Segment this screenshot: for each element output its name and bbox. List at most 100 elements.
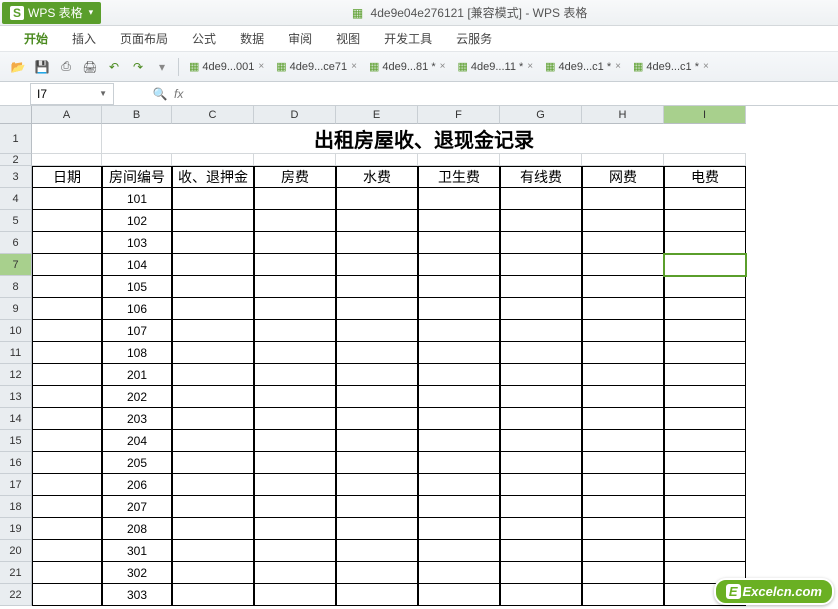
cell-A6[interactable] xyxy=(32,232,102,254)
cell-H16[interactable] xyxy=(582,452,664,474)
cell-H6[interactable] xyxy=(582,232,664,254)
cell-B22[interactable]: 303 xyxy=(102,584,172,606)
cell-G22[interactable] xyxy=(500,584,582,606)
row-header-15[interactable]: 15 xyxy=(0,430,32,452)
row-header-1[interactable]: 1 xyxy=(0,124,32,154)
cell-E21[interactable] xyxy=(336,562,418,584)
cell-B2[interactable] xyxy=(102,154,172,166)
cell-A15[interactable] xyxy=(32,430,102,452)
row-header-4[interactable]: 4 xyxy=(0,188,32,210)
cell-C11[interactable] xyxy=(172,342,254,364)
cell-A18[interactable] xyxy=(32,496,102,518)
cell-I7[interactable] xyxy=(664,254,746,276)
cell-F8[interactable] xyxy=(418,276,500,298)
header-cell-B[interactable]: 房间编号 xyxy=(102,166,172,188)
row-header-16[interactable]: 16 xyxy=(0,452,32,474)
cell-D17[interactable] xyxy=(254,474,336,496)
cell-B4[interactable]: 101 xyxy=(102,188,172,210)
search-icon[interactable]: 🔍 xyxy=(150,87,170,101)
cell-C6[interactable] xyxy=(172,232,254,254)
cell-D16[interactable] xyxy=(254,452,336,474)
cell-E19[interactable] xyxy=(336,518,418,540)
save-icon[interactable]: 💾 xyxy=(32,57,52,77)
fx-label[interactable]: fx xyxy=(174,87,183,101)
cell-A10[interactable] xyxy=(32,320,102,342)
header-cell-A[interactable]: 日期 xyxy=(32,166,102,188)
cell-A5[interactable] xyxy=(32,210,102,232)
row-header-7[interactable]: 7 xyxy=(0,254,32,276)
cell-A21[interactable] xyxy=(32,562,102,584)
cell-A16[interactable] xyxy=(32,452,102,474)
doc-tab-2[interactable]: ▦4de9...81 *× xyxy=(365,58,449,75)
cell-H17[interactable] xyxy=(582,474,664,496)
cell-E15[interactable] xyxy=(336,430,418,452)
close-icon[interactable]: × xyxy=(351,61,357,72)
cell-D7[interactable] xyxy=(254,254,336,276)
cell-G20[interactable] xyxy=(500,540,582,562)
cell-G2[interactable] xyxy=(500,154,582,166)
row-header-5[interactable]: 5 xyxy=(0,210,32,232)
cell-I11[interactable] xyxy=(664,342,746,364)
redo-icon[interactable]: ↷ xyxy=(128,57,148,77)
cell-A1[interactable] xyxy=(32,124,102,154)
cell-B15[interactable]: 204 xyxy=(102,430,172,452)
close-icon[interactable]: × xyxy=(703,61,709,72)
cell-B8[interactable]: 105 xyxy=(102,276,172,298)
cell-D10[interactable] xyxy=(254,320,336,342)
cell-A2[interactable] xyxy=(32,154,102,166)
header-cell-D[interactable]: 房费 xyxy=(254,166,336,188)
cell-I19[interactable] xyxy=(664,518,746,540)
cell-G12[interactable] xyxy=(500,364,582,386)
cell-B21[interactable]: 302 xyxy=(102,562,172,584)
cell-E17[interactable] xyxy=(336,474,418,496)
doc-tab-4[interactable]: ▦4de9...c1 *× xyxy=(541,58,625,75)
cell-B17[interactable]: 206 xyxy=(102,474,172,496)
cell-F21[interactable] xyxy=(418,562,500,584)
cell-I9[interactable] xyxy=(664,298,746,320)
close-icon[interactable]: × xyxy=(258,61,264,72)
cell-E2[interactable] xyxy=(336,154,418,166)
cell-I6[interactable] xyxy=(664,232,746,254)
cell-F7[interactable] xyxy=(418,254,500,276)
cell-C8[interactable] xyxy=(172,276,254,298)
cell-E16[interactable] xyxy=(336,452,418,474)
cell-H14[interactable] xyxy=(582,408,664,430)
row-header-20[interactable]: 20 xyxy=(0,540,32,562)
cell-E10[interactable] xyxy=(336,320,418,342)
cell-I15[interactable] xyxy=(664,430,746,452)
cell-G14[interactable] xyxy=(500,408,582,430)
col-header-B[interactable]: B xyxy=(102,106,172,124)
col-header-A[interactable]: A xyxy=(32,106,102,124)
cell-F20[interactable] xyxy=(418,540,500,562)
header-cell-E[interactable]: 水费 xyxy=(336,166,418,188)
row-header-3[interactable]: 3 xyxy=(0,166,32,188)
cell-D14[interactable] xyxy=(254,408,336,430)
cell-D13[interactable] xyxy=(254,386,336,408)
col-header-H[interactable]: H xyxy=(582,106,664,124)
menu-item-6[interactable]: 视图 xyxy=(324,26,372,51)
row-header-6[interactable]: 6 xyxy=(0,232,32,254)
cell-G21[interactable] xyxy=(500,562,582,584)
cell-D22[interactable] xyxy=(254,584,336,606)
cell-E13[interactable] xyxy=(336,386,418,408)
row-header-8[interactable]: 8 xyxy=(0,276,32,298)
menu-item-0[interactable]: 开始 xyxy=(12,26,60,51)
cell-I8[interactable] xyxy=(664,276,746,298)
header-cell-H[interactable]: 网费 xyxy=(582,166,664,188)
cell-E22[interactable] xyxy=(336,584,418,606)
cell-C18[interactable] xyxy=(172,496,254,518)
doc-tab-5[interactable]: ▦4de9...c1 *× xyxy=(629,58,713,75)
cell-E14[interactable] xyxy=(336,408,418,430)
cell-E20[interactable] xyxy=(336,540,418,562)
cell-B13[interactable]: 202 xyxy=(102,386,172,408)
cell-C10[interactable] xyxy=(172,320,254,342)
cell-I20[interactable] xyxy=(664,540,746,562)
more-icon[interactable]: ▾ xyxy=(152,57,172,77)
cell-F2[interactable] xyxy=(418,154,500,166)
col-header-D[interactable]: D xyxy=(254,106,336,124)
cell-C19[interactable] xyxy=(172,518,254,540)
cell-D18[interactable] xyxy=(254,496,336,518)
cell-A4[interactable] xyxy=(32,188,102,210)
cell-B5[interactable]: 102 xyxy=(102,210,172,232)
col-header-F[interactable]: F xyxy=(418,106,500,124)
